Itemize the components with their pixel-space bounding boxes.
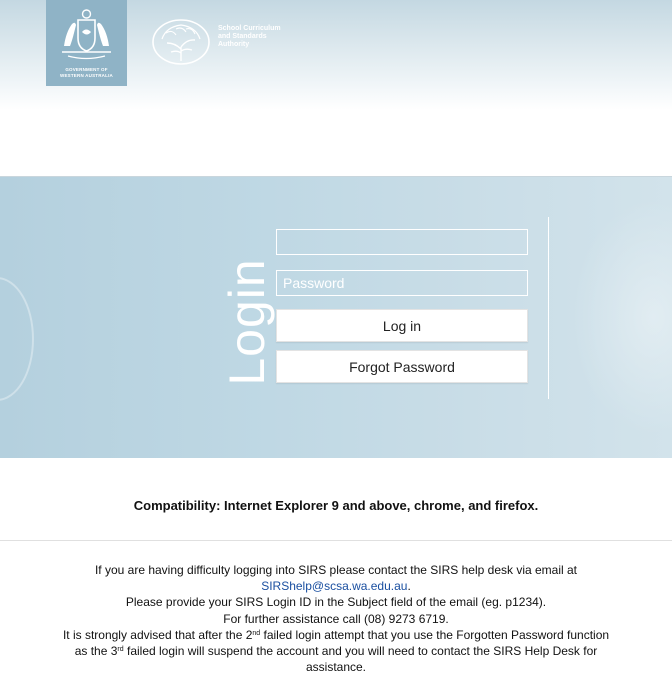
help-line-6: as the 3rd failed login will suspend the… <box>0 643 672 659</box>
authority-name-line-2: and Standards <box>218 33 267 40</box>
gov-logo-line-2: WESTERN AUSTRALIA <box>60 73 113 78</box>
help-line-5-b: failed login attempt that you use the Fo… <box>260 627 610 642</box>
help-email-link[interactable]: SIRShelp@scsa.wa.edu.au <box>261 579 407 593</box>
help-line-6-a: as the 3 <box>74 644 118 659</box>
site-header: GOVERNMENT OF WESTERN AUSTRALIA School C… <box>0 0 672 177</box>
vertical-divider <box>548 217 549 399</box>
forgot-password-button[interactable]: Forgot Password <box>276 350 528 383</box>
help-line-2: SIRShelp@scsa.wa.edu.au. <box>0 578 672 594</box>
compatibility-notice: Compatibility: Internet Explorer 9 and a… <box>133 498 539 513</box>
help-line-5-sup: nd <box>252 629 261 637</box>
username-field[interactable] <box>276 229 528 255</box>
scsa-tree-logo-icon[interactable] <box>150 17 212 67</box>
login-button[interactable]: Log in <box>276 309 528 342</box>
authority-name-line-1: School Curriculum <box>218 25 281 32</box>
section-divider <box>0 540 672 541</box>
coat-of-arms-icon <box>62 9 111 60</box>
help-line-4: For further assistance call (08) 9273 67… <box>223 611 449 626</box>
help-line-1: If you are having difficulty logging int… <box>94 563 578 577</box>
authority-name-line-3: Authority <box>218 41 250 48</box>
login-heading-text: Login <box>219 258 275 386</box>
government-of-western-australia-logo[interactable]: GOVERNMENT OF WESTERN AUSTRALIA <box>46 0 127 86</box>
password-field[interactable] <box>276 270 528 296</box>
help-line-5-a: It is strongly advised that after the 2 <box>62 627 253 642</box>
login-panel: Login Log in Forgot Password <box>0 177 672 458</box>
login-heading: Login <box>217 232 277 412</box>
help-line-5: It is strongly advised that after the 2n… <box>0 627 672 643</box>
gov-logo-text: GOVERNMENT OF WESTERN AUSTRALIA <box>46 67 127 79</box>
help-line-7: assistance. <box>305 660 367 675</box>
help-line-3: Please provide your SIRS Login ID in the… <box>125 595 547 610</box>
background-decoration-left <box>0 277 34 401</box>
background-decoration-right <box>570 197 672 437</box>
help-notice: If you are having difficulty logging int… <box>0 562 672 675</box>
help-email-suffix: . <box>407 579 411 594</box>
help-line-6-b: failed login will suspend the account an… <box>123 644 598 659</box>
scsa-authority-name: School Curriculum and Standards Authorit… <box>218 25 338 49</box>
